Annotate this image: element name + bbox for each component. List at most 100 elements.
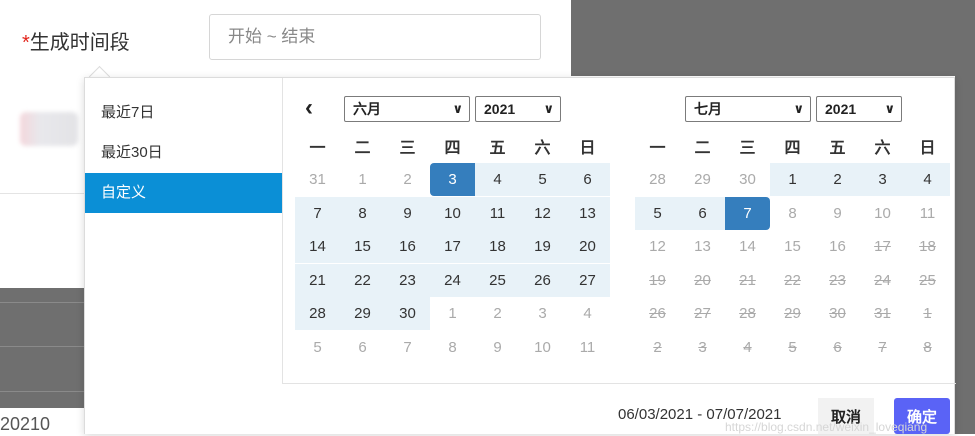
day-cell[interactable]: 29: [680, 163, 725, 196]
day-cell[interactable]: 11: [565, 331, 610, 364]
month-select[interactable]: 六月 ∨: [344, 96, 470, 122]
weekday-label: 二: [694, 140, 711, 157]
day-cell: 6: [833, 339, 842, 356]
day-cell[interactable]: 14: [725, 230, 770, 263]
day-cell: 20: [694, 271, 711, 289]
day-cell[interactable]: 17: [430, 230, 475, 264]
day-cell[interactable]: 19: [520, 230, 565, 264]
field-label-text: 生成时间段: [29, 32, 130, 54]
chevron-down-icon: ∨: [793, 101, 804, 116]
day-cell: 7: [878, 339, 887, 356]
day-cell: 23: [829, 271, 846, 289]
day-cell[interactable]: 14: [295, 230, 340, 264]
day-cell: 17: [874, 238, 891, 256]
day-cell[interactable]: 2: [815, 163, 860, 196]
day-cell[interactable]: 9: [385, 196, 430, 230]
day-cell[interactable]: 5: [295, 331, 340, 364]
chevron-left-icon[interactable]: ‹: [305, 94, 329, 124]
day-cell[interactable]: 4: [475, 163, 520, 196]
day-cell[interactable]: 11: [905, 197, 950, 230]
table-divider: [0, 391, 84, 392]
weekday-label: 六: [874, 140, 891, 157]
day-cell[interactable]: 10: [430, 196, 475, 230]
day-cell[interactable]: 3: [520, 297, 565, 330]
day-cell[interactable]: 30: [385, 297, 430, 331]
day-cell[interactable]: 16: [815, 230, 860, 263]
day-cell[interactable]: 30: [725, 163, 770, 196]
month-select[interactable]: 七月 ∨: [685, 96, 811, 122]
day-cell[interactable]: 11: [475, 196, 520, 230]
day-cell: 27: [694, 305, 711, 323]
day-cell[interactable]: 1: [430, 297, 475, 330]
day-cell[interactable]: 6: [680, 196, 725, 230]
weekday-label: 日: [579, 140, 596, 157]
day-cell[interactable]: 6: [565, 163, 610, 196]
day-cell: 1: [923, 305, 932, 323]
weekday-label: 四: [784, 140, 801, 157]
year-select[interactable]: 2021 ∨: [475, 96, 561, 122]
day-cell[interactable]: 20: [565, 230, 610, 264]
day-cell[interactable]: 2: [475, 297, 520, 330]
day-cell: 19: [649, 271, 666, 289]
day-cell[interactable]: 15: [340, 230, 385, 264]
month-select-value: 七月: [694, 101, 722, 117]
day-cell[interactable]: 23: [385, 263, 430, 297]
day-cell[interactable]: 25: [475, 263, 520, 297]
day-cell[interactable]: 31: [295, 163, 340, 196]
date-range-input[interactable]: 开始 ~ 结束: [209, 14, 541, 60]
day-cell[interactable]: 8: [340, 196, 385, 230]
day-cell: 21: [739, 271, 756, 289]
day-cell[interactable]: 8: [770, 197, 815, 230]
day-cell[interactable]: 26: [520, 263, 565, 297]
table-divider: [0, 346, 84, 347]
day-cell[interactable]: 12: [635, 230, 680, 263]
day-cell[interactable]: 1: [770, 163, 815, 196]
day-cell[interactable]: 18: [475, 230, 520, 264]
day-cell[interactable]: 29: [340, 297, 385, 331]
range-item[interactable]: 最近7日: [85, 93, 282, 133]
day-cell[interactable]: 4: [905, 163, 950, 196]
day-cell[interactable]: 7: [385, 331, 430, 364]
day-cell[interactable]: 9: [815, 197, 860, 230]
day-cell[interactable]: 9: [475, 331, 520, 364]
day-cell[interactable]: 1: [340, 163, 385, 196]
range-item[interactable]: 自定义: [85, 173, 282, 213]
day-cell[interactable]: 10: [520, 331, 565, 364]
range-item[interactable]: 最近30日: [85, 133, 282, 173]
day-cell[interactable]: 5: [635, 196, 680, 230]
blurred-avatar: [20, 112, 78, 146]
day-cell[interactable]: 15: [770, 230, 815, 263]
day-cell: 24: [874, 271, 891, 289]
day-cell[interactable]: 13: [565, 196, 610, 230]
day-cell[interactable]: 24: [430, 263, 475, 297]
day-cell[interactable]: 6: [340, 331, 385, 364]
day-cell[interactable]: 27: [565, 263, 610, 297]
weekday-header: 一二三四五六日: [635, 134, 951, 158]
day-cell[interactable]: 21: [295, 263, 340, 297]
day-cell[interactable]: 2: [385, 163, 430, 196]
day-cell[interactable]: 5: [520, 163, 565, 196]
day-cell: 8: [923, 339, 932, 356]
weekday-label: 五: [489, 140, 506, 157]
day-cell[interactable]: 10: [860, 197, 905, 230]
weekday-label: 四: [444, 140, 461, 157]
day-cell[interactable]: 22: [340, 263, 385, 297]
chevron-down-icon: ∨: [543, 101, 554, 116]
calendar-header: ‹ 六月 ∨ 2021 ∨: [295, 94, 615, 124]
day-cell[interactable]: 3: [860, 163, 905, 196]
day-cell[interactable]: 28: [295, 297, 340, 331]
day-cell[interactable]: 28: [635, 163, 680, 196]
day-cell[interactable]: 7: [725, 196, 770, 230]
day-cell[interactable]: 4: [565, 297, 610, 330]
day-cell[interactable]: 3: [430, 163, 475, 196]
year-select[interactable]: 2021 ∨: [816, 96, 902, 122]
day-cell[interactable]: 8: [430, 331, 475, 364]
day-cell: 29: [784, 305, 801, 323]
day-cell[interactable]: 16: [385, 230, 430, 264]
day-cell[interactable]: 12: [520, 196, 565, 230]
chevron-down-icon: ∨: [884, 101, 895, 116]
day-cell[interactable]: 7: [295, 196, 340, 230]
day-cell[interactable]: 13: [680, 230, 725, 263]
month-select-value: 六月: [353, 101, 381, 117]
day-cell: 2: [653, 339, 662, 356]
